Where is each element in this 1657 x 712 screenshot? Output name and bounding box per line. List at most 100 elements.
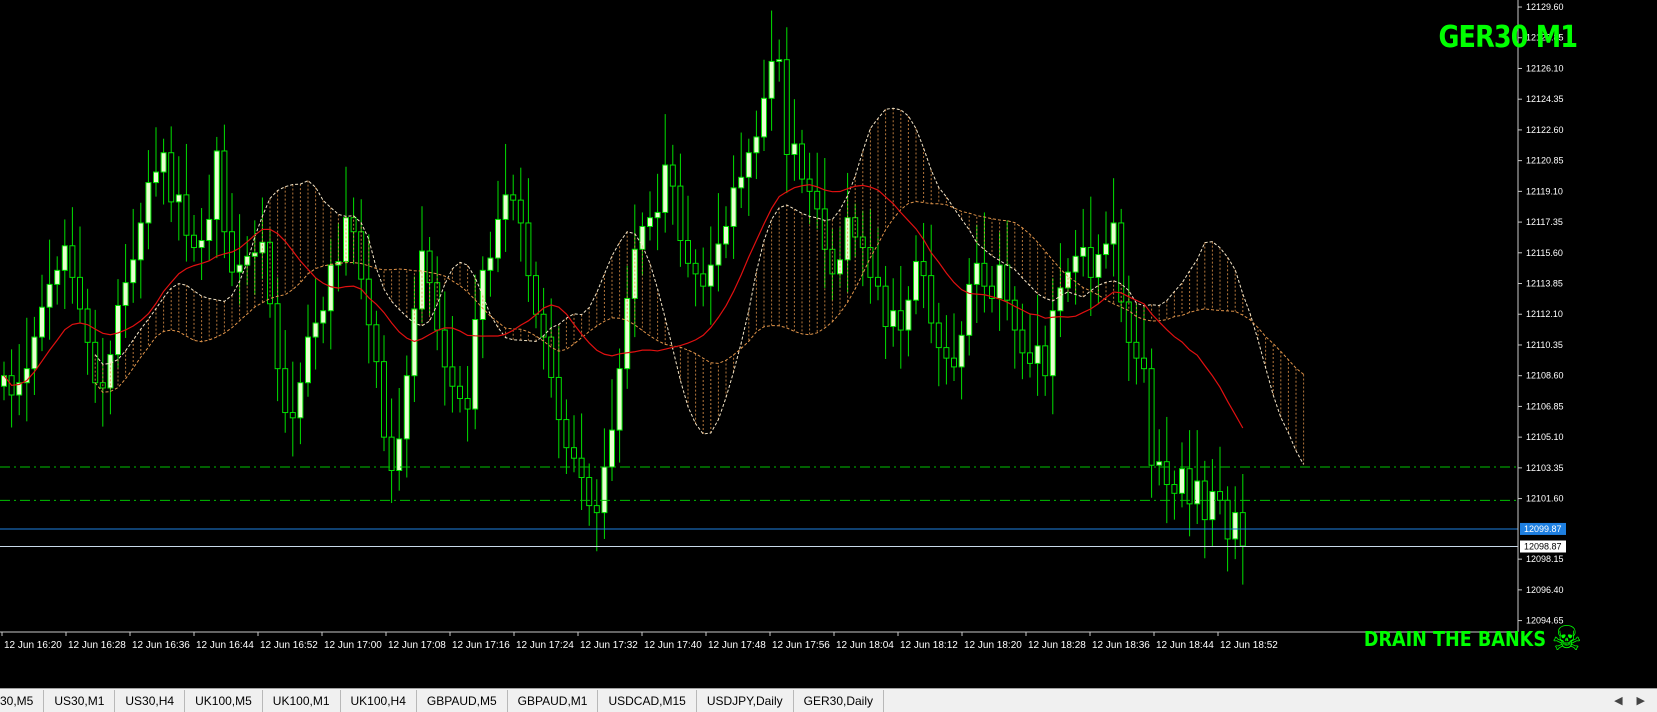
candle-body — [1209, 491, 1216, 521]
candle-body — [776, 59, 783, 62]
candle-body — [168, 152, 175, 203]
candle-body — [707, 264, 714, 287]
candle-body — [1103, 243, 1109, 256]
tab-uk100-m1[interactable]: UK100,M1 — [263, 689, 341, 712]
candle-body — [145, 182, 152, 224]
scroll-left-icon[interactable]: ◀ — [1614, 694, 1622, 707]
candle-body — [259, 241, 266, 254]
time-tick-label: 12 Jun 18:36 — [1092, 640, 1150, 651]
candle-body — [593, 505, 600, 514]
candle-body — [92, 341, 99, 384]
candle-body — [935, 322, 942, 349]
candle-body — [586, 477, 593, 507]
tab-ger30-daily[interactable]: GER30,Daily — [794, 689, 884, 712]
candle-body — [867, 247, 874, 278]
time-tick-label: 12 Jun 17:16 — [452, 640, 510, 651]
price-tick-label: 12113.85 — [1526, 279, 1563, 289]
candle-body — [1217, 491, 1223, 501]
tab-gbpaud-m5[interactable]: GBPAUD,M5 — [417, 689, 508, 712]
candle-body — [46, 283, 53, 308]
price-tick-label: 12119.10 — [1526, 186, 1563, 196]
candle-body — [745, 152, 752, 178]
time-tick-label: 12 Jun 17:56 — [772, 640, 830, 651]
candle-body — [723, 225, 729, 245]
candle-body — [859, 236, 866, 249]
candle-body — [943, 347, 950, 359]
candle-body — [761, 97, 767, 138]
tab-us30-h4[interactable]: US30,H4 — [115, 689, 186, 712]
tab-uk100-m5[interactable]: UK100,M5 — [185, 689, 263, 712]
candle-body — [327, 264, 334, 312]
candle-body — [563, 419, 570, 449]
scroll-right-icon[interactable]: ▶ — [1637, 694, 1645, 707]
price-tick-label: 12105.10 — [1526, 432, 1564, 442]
price-tick-label: 12108.60 — [1526, 371, 1564, 381]
time-tick-label: 12 Jun 18:28 — [1028, 640, 1086, 651]
candle-body — [77, 276, 83, 310]
time-tick-label: 12 Jun 17:08 — [388, 640, 446, 651]
time-tick-label: 12 Jun 17:32 — [580, 640, 638, 651]
time-tick-label: 12 Jun 16:44 — [196, 640, 254, 651]
candle-body — [183, 194, 190, 236]
candle-body — [540, 313, 547, 338]
price-tick-label: 12115.60 — [1526, 248, 1563, 258]
time-tick-label: 12 Jun 17:24 — [516, 640, 574, 651]
price-tick-label: 12106.85 — [1526, 401, 1564, 411]
candle-body — [996, 264, 1003, 299]
candle-body — [289, 412, 296, 419]
candle-body — [388, 436, 395, 471]
time-tick-label: 12 Jun 17:40 — [644, 640, 702, 651]
candle-body — [510, 194, 517, 201]
candle-body — [130, 259, 137, 284]
candle-body — [814, 190, 821, 210]
tab-usdjpy-daily[interactable]: USDJPY,Daily — [697, 689, 794, 712]
candle-body — [221, 150, 228, 233]
candle-body — [1072, 255, 1079, 273]
price-chart[interactable]: 12129.6012127.8512126.1012124.3512122.60… — [0, 0, 1657, 688]
price-tick-label: 12124.35 — [1526, 94, 1564, 104]
candle-body — [115, 304, 121, 356]
chart-window[interactable]: 12129.60 12127.85 12126.10 12124.35 12122.60… — [0, 0, 1657, 688]
candle-body — [783, 59, 790, 155]
candle-body — [973, 262, 980, 285]
tab-30-m5[interactable]: 30,M5 — [0, 689, 45, 712]
candle-body — [647, 217, 653, 227]
candle-body — [449, 366, 456, 387]
time-tick-label: 12 Jun 17:48 — [708, 640, 766, 651]
candle-body — [441, 329, 448, 368]
candle-body — [502, 194, 509, 220]
candle-body — [236, 264, 243, 273]
candle-body — [517, 199, 524, 224]
tab-scroll-controls: ◀ ▶ — [1602, 689, 1657, 711]
candle-body — [312, 322, 319, 338]
candle-body — [206, 218, 213, 242]
candle-body — [107, 354, 114, 389]
tab-uk100-h4[interactable]: UK100,H4 — [341, 689, 417, 712]
candle-body — [1049, 310, 1056, 377]
price-tick-label: 12112.10 — [1526, 309, 1563, 319]
candle-body — [1141, 357, 1147, 370]
candle-body — [487, 257, 494, 271]
candle-body — [1148, 368, 1155, 466]
candle-body — [555, 376, 562, 421]
candle-body — [913, 261, 919, 301]
candle-body — [981, 262, 988, 287]
price-tick-label: 12096.40 — [1526, 585, 1564, 595]
candle-body — [153, 171, 159, 184]
price-tick-label: 12122.60 — [1526, 125, 1564, 135]
candle-body — [1118, 222, 1125, 303]
price-tick-label: 12110.35 — [1526, 340, 1563, 350]
tab-us30-m1[interactable]: US30,M1 — [44, 689, 116, 712]
time-tick-label: 12 Jun 16:20 — [4, 640, 62, 651]
candle-body — [1004, 264, 1011, 301]
candle-body — [958, 334, 965, 368]
candle-body — [343, 217, 349, 263]
candle-body — [282, 368, 289, 414]
candle-body — [122, 282, 129, 306]
time-tick-label: 12 Jun 18:52 — [1220, 640, 1278, 651]
tab-gbpaud-m1[interactable]: GBPAUD,M1 — [508, 689, 599, 712]
price-tick-label: 12103.35 — [1526, 463, 1564, 473]
tab-usdcad-m15[interactable]: USDCAD,M15 — [598, 689, 697, 712]
candle-body — [799, 143, 805, 180]
candle-body — [1110, 222, 1117, 245]
